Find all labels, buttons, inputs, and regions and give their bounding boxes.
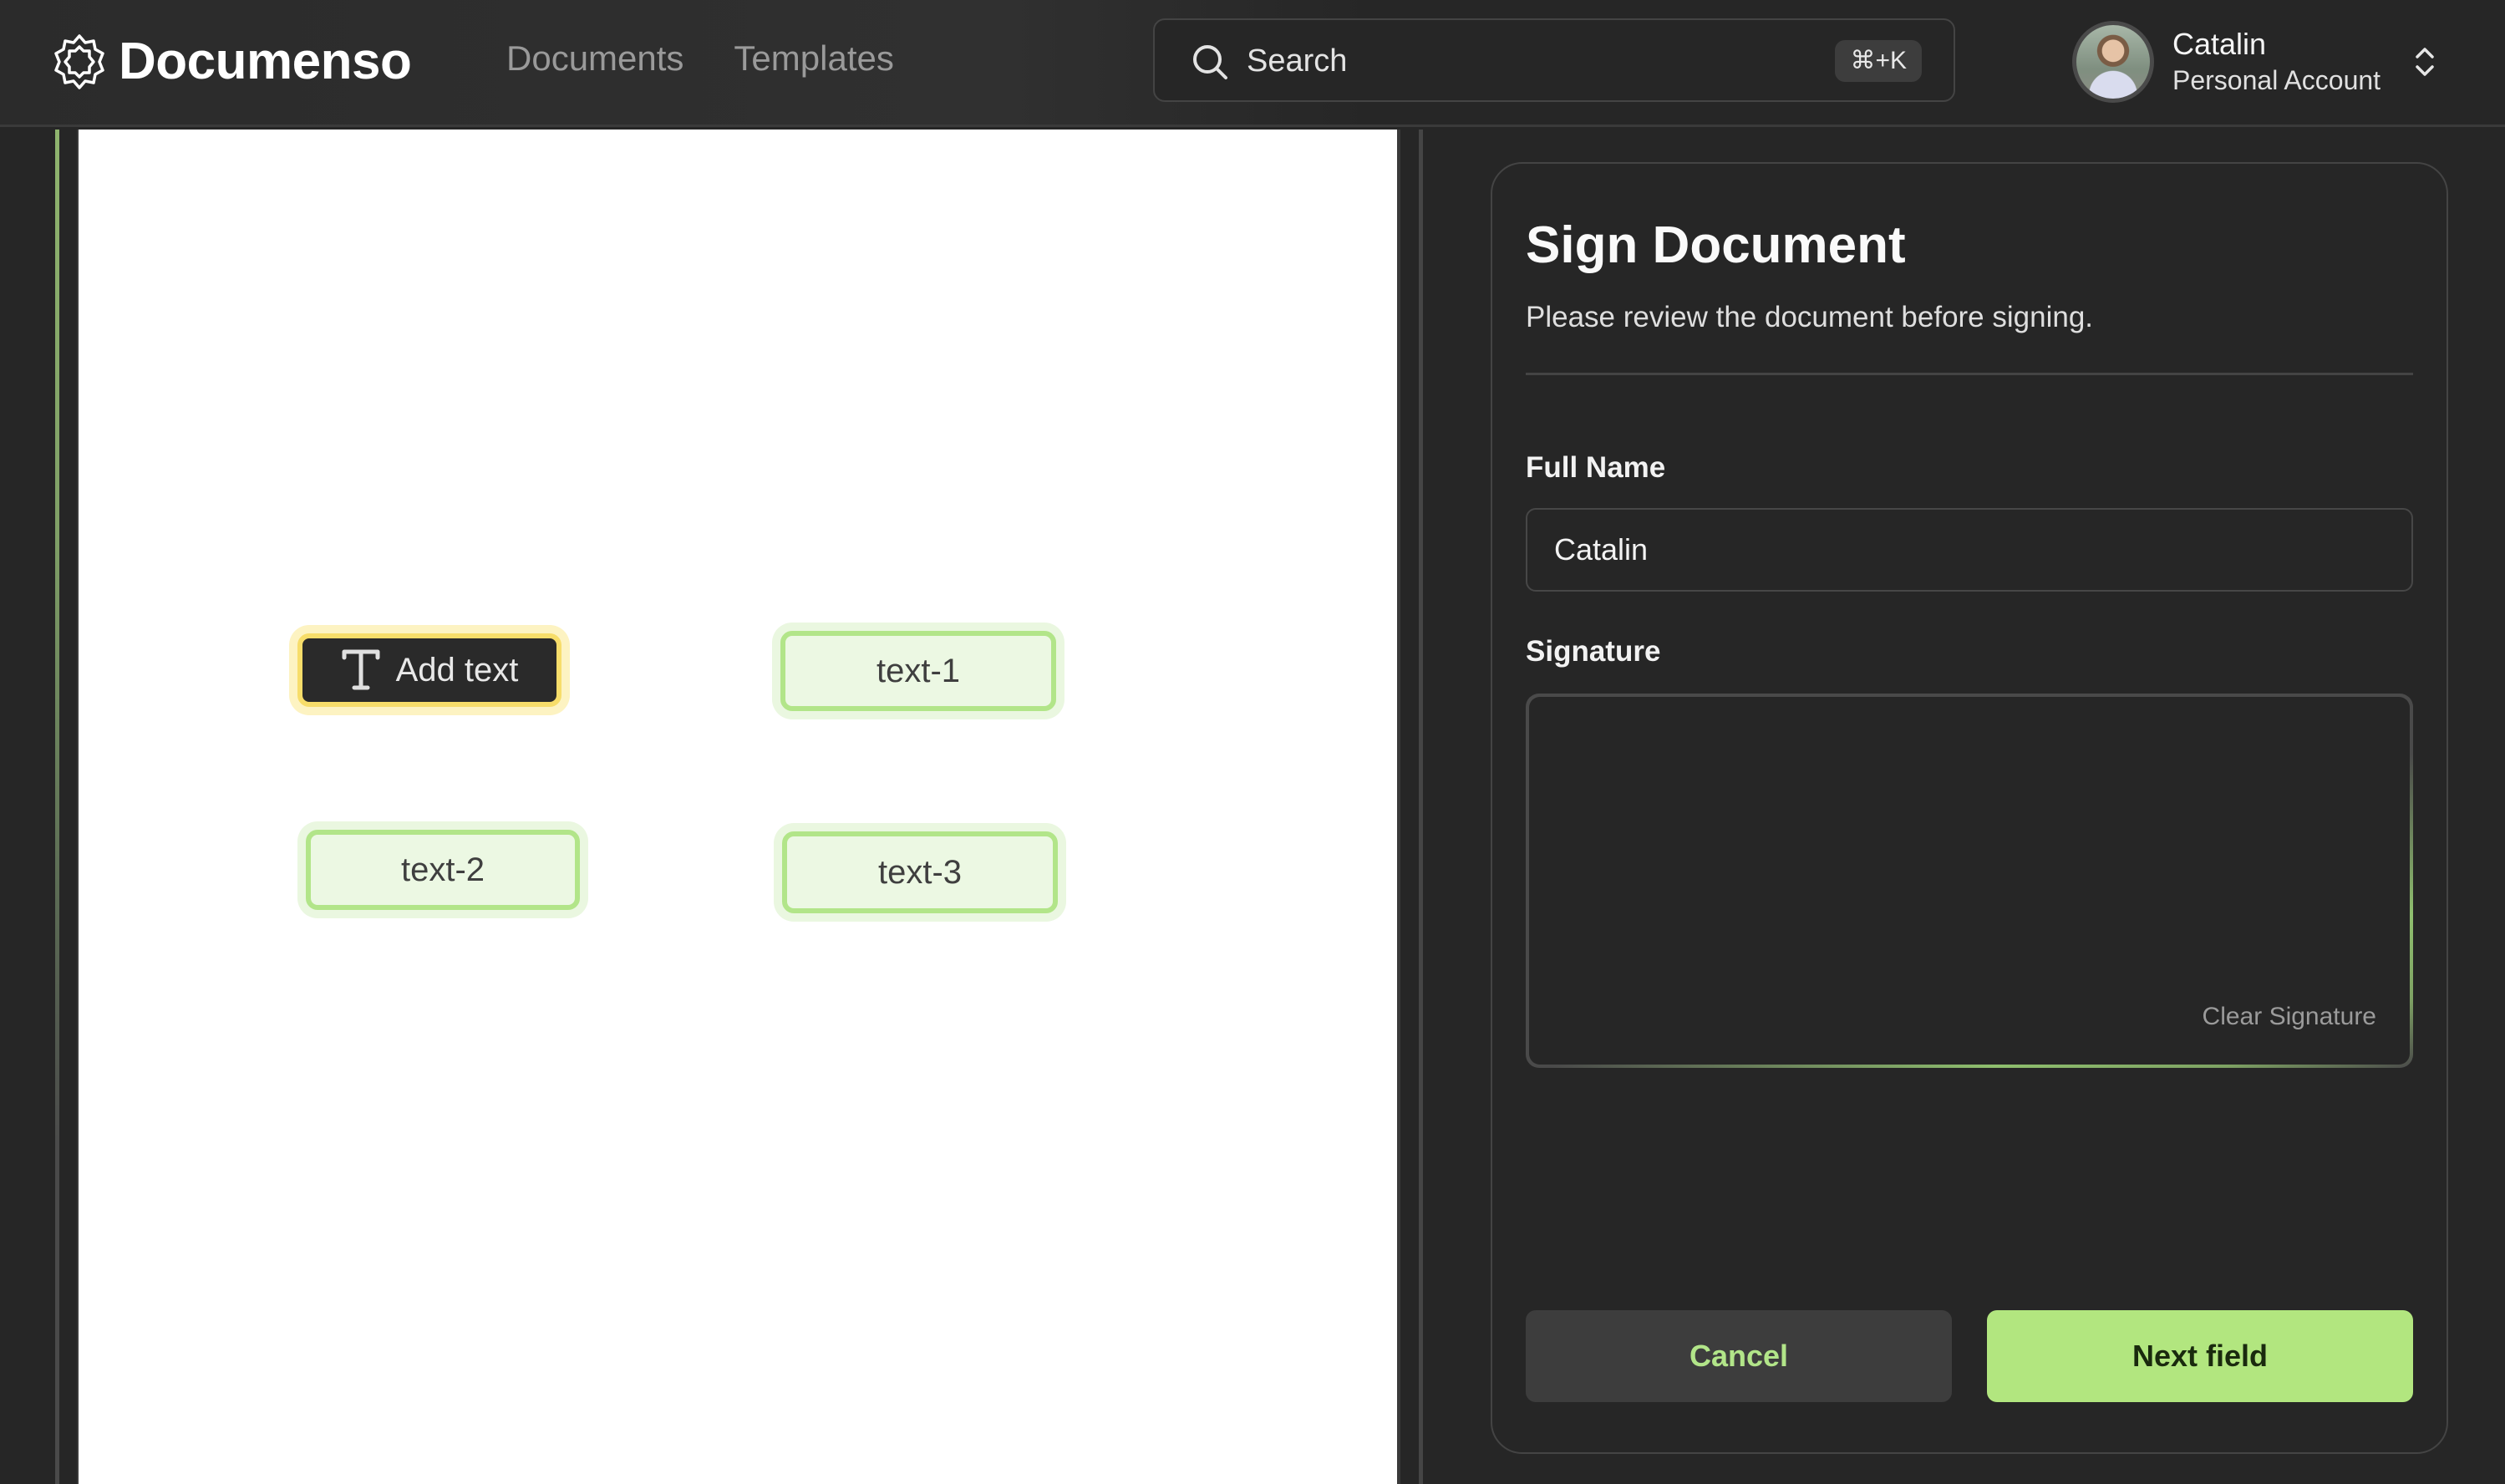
field-text-3-label: text-3 bbox=[877, 853, 963, 891]
account-name: Catalin bbox=[2172, 27, 2267, 61]
signature-label: Signature bbox=[1526, 635, 1661, 668]
brand-name: Documenso bbox=[119, 33, 412, 90]
card-divider bbox=[1526, 373, 2413, 375]
document-progress-rail bbox=[55, 130, 59, 1484]
nav-documents[interactable]: Documents bbox=[506, 38, 683, 79]
documenso-logo-icon bbox=[54, 33, 104, 89]
search-shortcut-badge: ⌘+K bbox=[1835, 40, 1922, 82]
top-header: Documenso Documents Templates Search ⌘+K… bbox=[0, 0, 2505, 127]
field-text-2-label: text-2 bbox=[400, 851, 485, 888]
search-label: Search bbox=[1247, 43, 1348, 79]
card-title: Sign Document bbox=[1526, 216, 1906, 274]
card-subtitle: Please review the document before signin… bbox=[1526, 301, 2094, 333]
account-type: Personal Account bbox=[2172, 65, 2381, 95]
search-button[interactable]: Search ⌘+K bbox=[1153, 18, 1955, 102]
text-type-icon bbox=[342, 649, 380, 690]
clear-signature-button[interactable]: Clear Signature bbox=[2203, 1003, 2376, 1031]
document-page: Add text text-1 text-2 text-3 bbox=[77, 130, 1400, 1484]
chevrons-up-down-icon bbox=[2416, 48, 2434, 76]
field-text-3[interactable]: text-3 bbox=[782, 831, 1058, 913]
field-text-2[interactable]: text-2 bbox=[306, 830, 580, 910]
sign-document-card: Sign Document Please review the document… bbox=[1491, 162, 2448, 1454]
field-add-text-label: Add text bbox=[395, 651, 519, 689]
next-field-button[interactable]: Next field bbox=[1987, 1310, 2413, 1402]
field-add-text[interactable]: Add text bbox=[297, 633, 561, 707]
search-icon bbox=[1193, 45, 1227, 79]
cancel-button[interactable]: Cancel bbox=[1526, 1310, 1952, 1402]
field-text-1-label: text-1 bbox=[876, 652, 961, 689]
main-nav: Documents Templates bbox=[506, 38, 894, 79]
full-name-label: Full Name bbox=[1526, 451, 1666, 484]
brand-logo[interactable]: Documenso bbox=[52, 32, 412, 91]
avatar bbox=[2072, 21, 2154, 103]
signature-pad-border: Clear Signature bbox=[1526, 694, 2413, 1068]
full-name-input[interactable] bbox=[1526, 508, 2413, 592]
nav-templates[interactable]: Templates bbox=[734, 38, 893, 79]
panel-divider bbox=[1419, 130, 1423, 1484]
account-switcher[interactable]: Catalin Personal Account bbox=[2072, 18, 2437, 105]
field-text-1[interactable]: text-1 bbox=[780, 631, 1056, 711]
signature-pad[interactable]: Clear Signature bbox=[1529, 697, 2410, 1065]
